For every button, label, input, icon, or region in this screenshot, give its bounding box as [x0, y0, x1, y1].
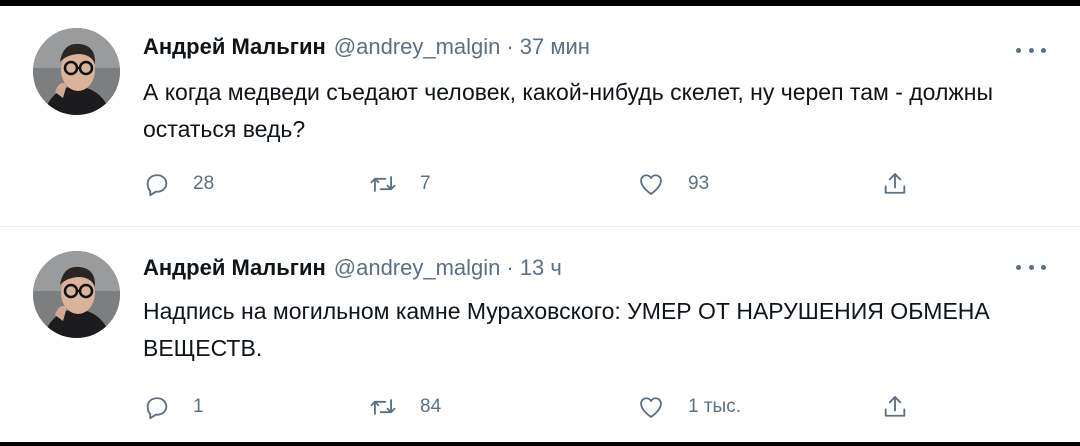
tweet-text: А когда медведи съедают человек, какой-н… — [143, 79, 993, 142]
reply-button[interactable]: 1 — [143, 387, 204, 427]
tweet-header: Андрей Мальгин @andrey_malgin · 13 ч — [143, 255, 562, 285]
retweet-icon — [368, 393, 398, 421]
tweet[interactable]: Андрей Мальгин @andrey_malgin · 37 мин А… — [0, 6, 1080, 227]
like-count: 93 — [688, 173, 710, 194]
author-name[interactable]: Андрей Мальгин — [143, 255, 326, 281]
author-handle[interactable]: @andrey_malgin — [334, 255, 501, 281]
more-options-icon[interactable] — [1016, 257, 1046, 277]
tweet-time[interactable]: 13 ч — [520, 255, 562, 281]
tweet-header: Андрей Мальгин @andrey_malgin · 37 мин — [143, 34, 590, 64]
tweet-text: Надпись на могильном камне Мураховского:… — [143, 298, 990, 361]
separator: · — [506, 34, 514, 59]
comment-icon — [143, 393, 171, 421]
bottom-edge — [0, 442, 1080, 446]
tweet[interactable]: Андрей Мальгин @andrey_malgin · 13 ч Над… — [0, 227, 1080, 442]
heart-icon — [636, 170, 666, 198]
more-options-icon[interactable] — [1016, 40, 1046, 60]
reply-count: 1 — [193, 396, 204, 417]
share-button[interactable] — [881, 387, 909, 427]
share-icon — [881, 393, 909, 421]
retweet-icon — [368, 170, 398, 198]
author-handle[interactable]: @andrey_malgin — [334, 34, 501, 60]
comment-icon — [143, 170, 171, 198]
tweet-time[interactable]: 37 мин — [520, 34, 590, 60]
tweet-actions: 1 84 1 тыс. — [143, 387, 943, 427]
reply-button[interactable]: 28 — [143, 164, 214, 204]
tweet-actions: 28 7 93 — [143, 164, 943, 204]
retweet-count: 84 — [420, 396, 442, 417]
separator: · — [506, 255, 514, 280]
avatar[interactable] — [33, 251, 120, 338]
author-name[interactable]: Андрей Мальгин — [143, 34, 326, 60]
share-button[interactable] — [881, 164, 909, 204]
heart-icon — [636, 393, 666, 421]
share-icon — [881, 170, 909, 198]
like-button[interactable]: 1 тыс. — [636, 387, 741, 427]
retweet-button[interactable]: 7 — [368, 164, 431, 204]
retweet-button[interactable]: 84 — [368, 387, 441, 427]
reply-count: 28 — [193, 173, 215, 194]
like-button[interactable]: 93 — [636, 164, 709, 204]
like-count: 1 тыс. — [688, 396, 741, 417]
avatar[interactable] — [33, 28, 120, 115]
retweet-count: 7 — [420, 173, 431, 194]
